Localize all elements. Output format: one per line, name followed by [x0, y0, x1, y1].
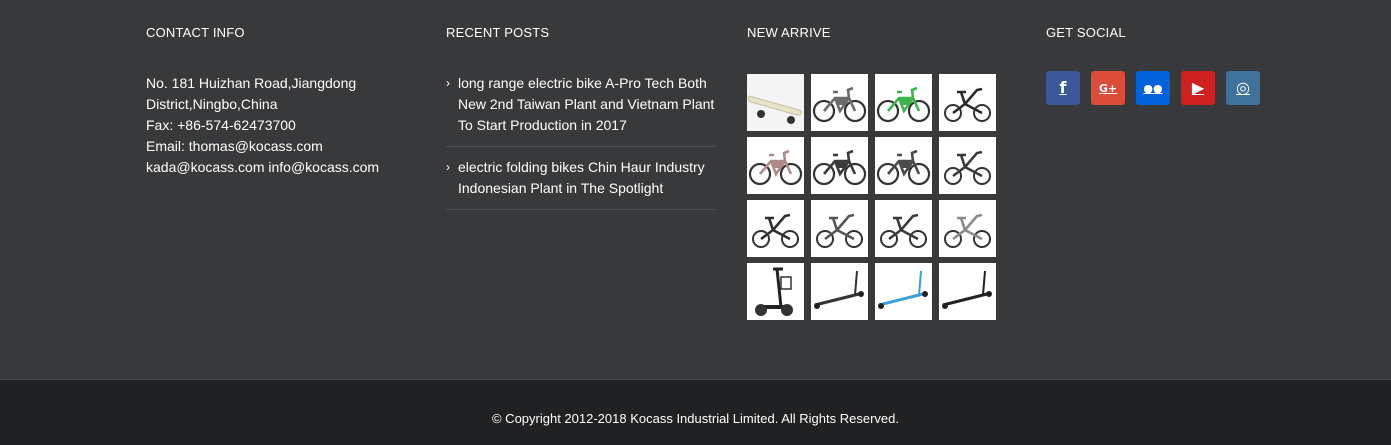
product-thumbnail-ebike-icon[interactable]: [875, 74, 932, 131]
flickr-icon: ●●: [1143, 81, 1163, 95]
product-thumbnail-folding-bike-icon[interactable]: [875, 200, 932, 257]
recent-posts-list: › long range electric bike A-Pro Tech Bo…: [446, 73, 716, 210]
facebook-icon: f: [1059, 78, 1067, 97]
footer-main: CONTACT INFO No. 181 Huizhan Road,Jiangd…: [0, 0, 1391, 379]
new-arrive-title: NEW ARRIVE: [747, 25, 831, 40]
address-line-1: No. 181 Huizhan Road,Jiangdong: [146, 75, 357, 91]
product-thumbnail-scooter-icon[interactable]: [747, 263, 804, 320]
post-link[interactable]: long range electric bike A-Pro Tech Both…: [458, 73, 716, 136]
google-plus-icon: G+: [1098, 81, 1118, 95]
new-arrive-column: NEW ARRIVE: [747, 25, 1007, 320]
recent-posts-title: RECENT POSTS: [446, 25, 550, 40]
contact-info-title: CONTACT INFO: [146, 25, 245, 40]
product-thumbnail-ebike-icon[interactable]: [875, 137, 932, 194]
youtube-icon: ▶: [1191, 78, 1205, 97]
chevron-right-icon: ›: [446, 160, 450, 174]
product-thumbnail-folding-bike-icon[interactable]: [747, 200, 804, 257]
product-thumbnail-grid: [747, 74, 1007, 320]
product-thumbnail-kick-scooter-icon[interactable]: [875, 263, 932, 320]
get-social-title: GET SOCIAL: [1046, 25, 1126, 40]
get-social-column: GET SOCIAL f G+ ●● ▶ ◎: [1046, 25, 1306, 105]
instagram-button[interactable]: ◎: [1226, 71, 1260, 105]
product-thumbnail-kick-scooter-icon[interactable]: [939, 263, 996, 320]
product-thumbnail-ebike-icon[interactable]: [811, 74, 868, 131]
social-buttons: f G+ ●● ▶ ◎: [1046, 71, 1306, 105]
recent-posts-column: RECENT POSTS › long range electric bike …: [446, 25, 716, 220]
product-thumbnail-bike-icon[interactable]: [811, 137, 868, 194]
contact-info-body: No. 181 Huizhan Road,Jiangdong District,…: [146, 73, 406, 178]
contact-info-column: CONTACT INFO No. 181 Huizhan Road,Jiangd…: [146, 25, 406, 178]
product-thumbnail-bike-icon[interactable]: [747, 137, 804, 194]
facebook-button[interactable]: f: [1046, 71, 1080, 105]
address-line-2: District,Ningbo,China: [146, 96, 278, 112]
product-thumbnail-folding-bike-icon[interactable]: [939, 74, 996, 131]
youtube-button[interactable]: ▶: [1181, 71, 1215, 105]
instagram-icon: ◎: [1236, 78, 1250, 97]
copyright-text: © Copyright 2012-2018 Kocass Industrial …: [491, 411, 899, 426]
product-thumbnail-skateboard-icon[interactable]: [747, 74, 804, 131]
product-thumbnail-kick-scooter-icon[interactable]: [811, 263, 868, 320]
footer-bottom-bar: © Copyright 2012-2018 Kocass Industrial …: [0, 379, 1391, 445]
post-item: › long range electric bike A-Pro Tech Bo…: [446, 73, 716, 147]
post-link[interactable]: electric folding bikes Chin Haur Industr…: [458, 157, 716, 199]
email-line-2: kada@kocass.com info@kocass.com: [146, 159, 380, 175]
chevron-right-icon: ›: [446, 76, 450, 90]
fax-line: Fax: +86-574-62473700: [146, 117, 296, 133]
google-plus-button[interactable]: G+: [1091, 71, 1125, 105]
product-thumbnail-folding-bike-icon[interactable]: [939, 137, 996, 194]
product-thumbnail-folding-bike-icon[interactable]: [939, 200, 996, 257]
flickr-button[interactable]: ●●: [1136, 71, 1170, 105]
product-thumbnail-folding-bike-icon[interactable]: [811, 200, 868, 257]
email-line: Email: thomas@kocass.com: [146, 138, 323, 154]
post-item: › electric folding bikes Chin Haur Indus…: [446, 157, 716, 210]
